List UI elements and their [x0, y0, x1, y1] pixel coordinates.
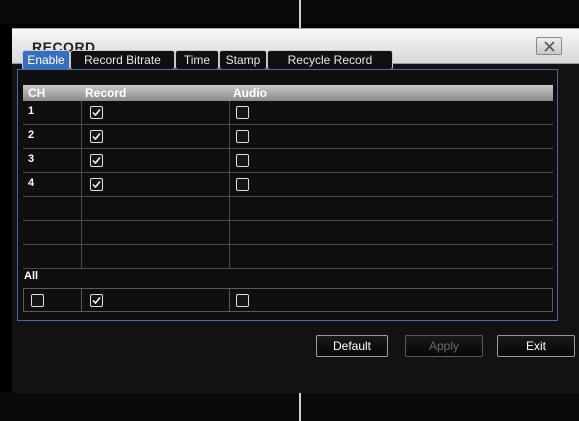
exit-button[interactable]: Exit [497, 335, 575, 357]
checkmark-icon [92, 181, 101, 189]
all-label: All [24, 270, 39, 282]
column-divider [229, 101, 230, 124]
column-divider [81, 197, 82, 220]
column-divider [229, 173, 230, 196]
record-checkbox-ch4[interactable] [90, 178, 103, 191]
table-row: 4 [23, 173, 553, 197]
column-divider [229, 245, 230, 268]
column-divider [81, 289, 82, 311]
tab-stamp[interactable]: Stamp [219, 50, 267, 70]
column-divider [81, 173, 82, 196]
column-divider [81, 149, 82, 172]
column-divider [81, 221, 82, 244]
header-ch: CH [28, 86, 46, 100]
tab-record-bitrate[interactable]: Record Bitrate [70, 50, 175, 70]
column-divider [229, 149, 230, 172]
record-checkbox-ch2[interactable] [90, 130, 103, 143]
tab-time[interactable]: Time [175, 50, 219, 70]
video-background-bottom [0, 392, 579, 421]
split-divider-bottom [299, 392, 301, 421]
close-button[interactable] [536, 37, 562, 55]
all-audio-checkbox[interactable] [236, 294, 249, 307]
channel-number: 2 [28, 129, 35, 141]
audio-checkbox-ch4[interactable] [236, 178, 249, 191]
record-checkbox-ch1[interactable] [90, 106, 103, 119]
empty-table-row [23, 197, 553, 221]
table-header: CH Record Audio [23, 85, 553, 101]
all-row [23, 288, 553, 312]
split-divider-top [299, 0, 301, 28]
column-divider [229, 221, 230, 244]
table-row: 2 [23, 125, 553, 149]
audio-checkbox-ch1[interactable] [236, 106, 249, 119]
tab-recycle-record[interactable]: Recycle Record [267, 50, 393, 70]
record-checkbox-ch3[interactable] [90, 154, 103, 167]
header-record: Record [85, 86, 127, 100]
checkmark-icon [92, 157, 101, 165]
table-row: 1 [23, 101, 553, 125]
column-divider [81, 125, 82, 148]
header-audio: Audio [233, 86, 267, 100]
all-channel-checkbox[interactable] [31, 294, 44, 307]
apply-button[interactable]: Apply [405, 335, 483, 357]
checkmark-icon [92, 109, 101, 117]
column-divider [229, 125, 230, 148]
all-record-checkbox[interactable] [90, 294, 103, 307]
column-divider [229, 289, 230, 311]
empty-table-row [23, 245, 553, 269]
checkmark-icon [92, 297, 101, 305]
close-icon [544, 41, 555, 52]
audio-checkbox-ch2[interactable] [236, 130, 249, 143]
column-divider [81, 245, 82, 268]
checkmark-icon [92, 133, 101, 141]
table-row: 3 [23, 149, 553, 173]
empty-table-row [23, 221, 553, 245]
column-divider [81, 101, 82, 124]
audio-checkbox-ch3[interactable] [236, 154, 249, 167]
channel-number: 3 [28, 153, 35, 165]
channel-number: 4 [28, 177, 35, 189]
default-button[interactable]: Default [316, 335, 388, 357]
column-divider [229, 197, 230, 220]
tab-enable[interactable]: Enable [22, 50, 70, 70]
channel-number: 1 [28, 105, 35, 117]
video-background-top [0, 0, 579, 24]
